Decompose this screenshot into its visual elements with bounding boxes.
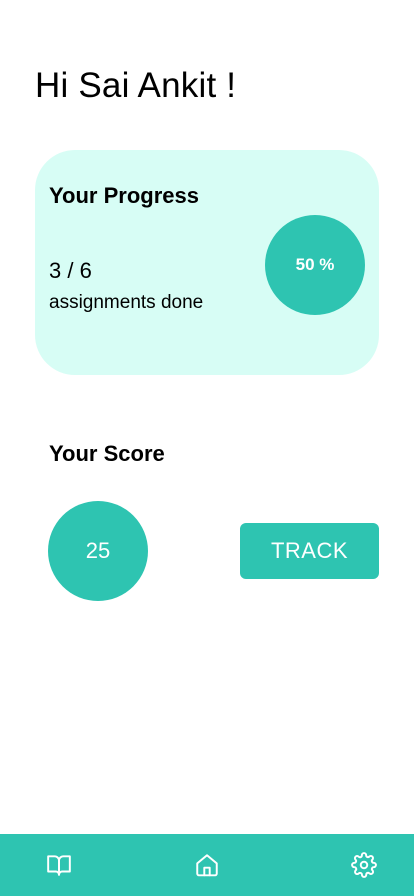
score-title: Your Score — [49, 441, 165, 466]
home-icon — [196, 854, 218, 877]
progress-card: Your Progress 3 / 6 assignments done 50 … — [35, 150, 379, 375]
score-circle: 25 — [48, 501, 148, 601]
nav-home-button[interactable] — [194, 852, 220, 878]
score-value: 25 — [85, 538, 111, 563]
progress-caption: assignments done — [49, 292, 204, 313]
greeting: Hi Sai Ankit ! — [35, 66, 237, 105]
progress-title: Your Progress — [49, 183, 199, 208]
progress-count: 3 / 6 — [49, 258, 92, 283]
nav-books-button[interactable] — [46, 852, 72, 878]
track-button[interactable]: TRACK — [240, 523, 379, 579]
bottom-nav — [0, 834, 414, 896]
progress-percent-label: 50 % — [295, 255, 335, 274]
nav-settings-button[interactable] — [351, 852, 377, 878]
gear-icon — [351, 852, 377, 878]
book-icon — [47, 855, 71, 876]
progress-percent-circle: 50 % — [265, 215, 365, 315]
